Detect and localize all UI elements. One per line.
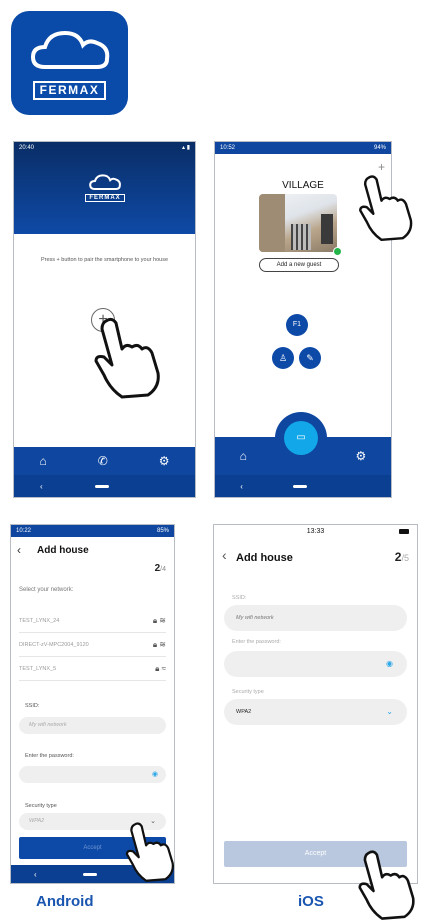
system-home-pill[interactable] (94, 484, 109, 488)
battery-icon (399, 529, 409, 534)
back-chevron-icon[interactable]: ‹ (222, 547, 227, 563)
person-icon[interactable]: ♙ (272, 347, 294, 369)
step-indicator: 2/5 (395, 550, 409, 564)
status-bar: 10:52 94% (215, 142, 391, 154)
page-title: Add house (37, 545, 89, 556)
security-label: Security type (25, 803, 57, 809)
gear-icon[interactable]: ⚙ (356, 449, 367, 463)
bottom-navbar: ⌂ ✆ ⚙ ‹ (14, 447, 195, 497)
title-row: ‹ Add house (11, 541, 174, 561)
back-chevron-icon[interactable]: ‹ (17, 543, 21, 557)
status-bar: 13:33 (214, 525, 417, 539)
step-indicator: 2/4 (155, 563, 166, 574)
lock-wifi-icon: 🔒︎ ≋ (152, 640, 166, 649)
system-back-icon[interactable]: ‹ (240, 482, 243, 491)
password-label: Enter the password: (232, 639, 281, 645)
hand-pointer-icon (94, 317, 160, 399)
network-ssid: TEST_LYNX_5 (19, 666, 57, 672)
security-select[interactable]: WPA2 ⌄ (224, 699, 407, 725)
ios-add-house-screen: 13:33 ‹ Add house 2/5 SSID: My wifi netw… (213, 524, 418, 884)
connected-status-icon (333, 247, 342, 256)
ssid-input[interactable]: My wifi network (224, 605, 407, 631)
blue-logo: FERMAX (74, 173, 136, 213)
camera-icon[interactable]: ▭ (284, 421, 318, 455)
system-nav-bar: ‹ (215, 475, 391, 497)
brand-label: FERMAX (32, 80, 107, 100)
hand-pointer-icon (359, 175, 413, 242)
lock-wifi-icon: 🔒︎ ≋ (152, 616, 166, 625)
step-total: /5 (401, 553, 409, 563)
security-label: Security type (232, 689, 264, 695)
step-total: /4 (160, 566, 166, 573)
network-ssid: TEST_LYNX_24 (19, 618, 60, 624)
house-photo (259, 194, 337, 252)
network-item[interactable]: TEST_LYNX_24 🔒︎ ≋ (19, 609, 166, 633)
battery-level: 85% (156, 528, 169, 534)
cloud-logo-icon (89, 174, 121, 190)
ssid-label: SSID: (25, 703, 40, 709)
status-bar: 20:40 ▴ ▮ (14, 142, 195, 154)
app-icon: FERMAX (11, 11, 128, 115)
ssid-label: SSID: (232, 595, 247, 601)
phone-icon[interactable]: ✆ (98, 454, 108, 468)
status-time: 10:52 (220, 145, 236, 151)
status-time: 20:40 (19, 145, 35, 151)
security-value: WPA2 (29, 818, 45, 824)
pair-instructions: Press + button to pair the smartphone to… (40, 257, 169, 263)
network-ssid: DIRECT-zV-MPC2004_9120 (19, 642, 89, 648)
system-back-icon[interactable]: ‹ (40, 482, 43, 491)
edit-icon[interactable]: ✎ (299, 347, 321, 369)
network-item[interactable]: DIRECT-zV-MPC2004_9120 🔒︎ ≋ (19, 633, 166, 657)
status-time: 10:22 (16, 528, 32, 534)
lock-wifi-icon: 🔒︎ ≈ (155, 664, 166, 673)
signal-icon: ▴ ▮ (182, 145, 190, 151)
page-title: Add house (236, 552, 293, 564)
system-back-icon[interactable]: ‹ (34, 870, 37, 879)
f1-button[interactable]: F1 (286, 314, 308, 336)
security-value: WPA2 (236, 709, 252, 715)
system-home-pill[interactable] (293, 484, 308, 488)
ios-label: iOS (298, 893, 324, 910)
battery-level: 94% (373, 145, 386, 151)
eye-icon[interactable]: ◉ (386, 651, 393, 677)
ssid-input[interactable]: My wifi network (19, 717, 166, 734)
photo-wall (259, 194, 285, 252)
status-time: 13:33 (306, 528, 325, 535)
ssid-placeholder: My wifi network (29, 722, 67, 728)
home-icon[interactable]: ⌂ (39, 454, 46, 468)
ssid-value: My wifi network (236, 615, 274, 621)
eye-icon[interactable]: ◉ (152, 766, 158, 783)
system-home-pill[interactable] (82, 872, 97, 876)
android-label: Android (36, 893, 94, 910)
hand-pointer-icon (125, 822, 174, 882)
home-icon[interactable]: ⌂ (240, 449, 247, 463)
cloud-logo-icon (30, 30, 109, 69)
network-item[interactable]: TEST_LYNX_5 🔒︎ ≈ (19, 657, 166, 681)
hand-pointer-icon (358, 850, 415, 920)
home-header: 20:40 ▴ ▮ FERMAX (14, 142, 195, 234)
status-bar: 10:22 85% (11, 525, 174, 537)
photo-door (321, 214, 333, 244)
chevron-down-icon: ⌄ (386, 707, 393, 716)
system-nav-bar: ‹ (14, 475, 195, 497)
password-label: Enter the password: (25, 753, 74, 759)
gear-icon[interactable]: ⚙ (159, 454, 170, 468)
photo-gate (291, 224, 311, 250)
password-input[interactable]: ◉ (224, 651, 407, 677)
add-guest-button[interactable]: Add a new guest (259, 258, 339, 272)
select-network-label: Select your network: (19, 587, 74, 593)
brand-label: FERMAX (85, 194, 125, 202)
password-input[interactable]: ◉ (19, 766, 166, 783)
